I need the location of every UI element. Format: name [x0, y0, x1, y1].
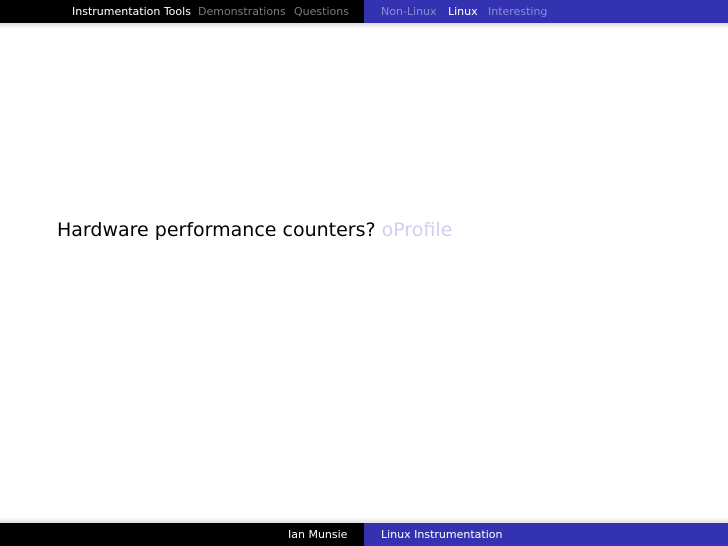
section-nav: Instrumentation Tools Demonstrations Que… [0, 0, 364, 23]
footer-title: Linux Instrumentation [381, 528, 503, 541]
main-text: Hardware performance counters? [57, 219, 376, 241]
top-bar-shadow [0, 23, 728, 29]
subsection-nav: Non-Linux Linux Interesting [364, 0, 728, 23]
dim-text: oProfile [381, 219, 453, 241]
top-navigation-bar: Instrumentation Tools Demonstrations Que… [0, 0, 728, 23]
nav-section-instrumentation-tools[interactable]: Instrumentation Tools [72, 5, 191, 18]
footer-author-panel: Ian Munsie [0, 523, 364, 546]
slide: Instrumentation Tools Demonstrations Que… [0, 0, 728, 546]
footer-title-panel: Linux Instrumentation [364, 523, 728, 546]
footer-bar: Ian Munsie Linux Instrumentation [0, 523, 728, 546]
footer-author: Ian Munsie [288, 528, 348, 541]
nav-section-demonstrations[interactable]: Demonstrations [198, 5, 286, 18]
nav-subsection-linux[interactable]: Linux [448, 5, 478, 18]
nav-section-questions[interactable]: Questions [294, 5, 349, 18]
nav-subsection-non-linux[interactable]: Non-Linux [381, 5, 437, 18]
nav-subsection-interesting[interactable]: Interesting [488, 5, 547, 18]
slide-content: Hardware performance counters? oProfile [57, 218, 452, 242]
